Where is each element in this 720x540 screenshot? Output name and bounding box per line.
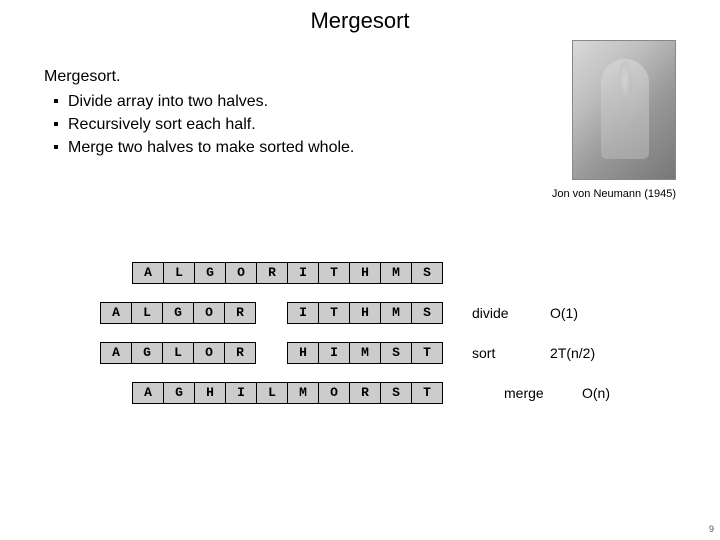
cell: G [194, 262, 226, 284]
step-complexity: O(n) [582, 385, 610, 401]
step-label: merge [504, 385, 560, 401]
cell: L [131, 302, 163, 324]
cell: A [100, 302, 132, 324]
cells-right: I T H M S [287, 262, 442, 284]
step-label: sort [472, 345, 528, 361]
cell: T [318, 302, 350, 324]
cells-left: A L G O R [100, 302, 255, 324]
page-number: 9 [709, 524, 714, 534]
photo-caption: Jon von Neumann (1945) [552, 188, 676, 200]
cells-right: M O R S T [287, 382, 442, 404]
array-row-sort: A G L O R H I M S T sort 2T(n/2) [100, 340, 676, 366]
cell: L [256, 382, 288, 404]
cell: M [287, 382, 319, 404]
cell: G [131, 342, 163, 364]
content-area: Mergesort. Divide array into two halves.… [0, 40, 720, 406]
cell: G [163, 382, 195, 404]
cell: R [224, 302, 256, 324]
mergesort-diagram: A L G O R I T H M S A L G O R [100, 260, 676, 406]
cell: R [224, 342, 256, 364]
step-complexity: 2T(n/2) [550, 345, 595, 361]
cell: G [162, 302, 194, 324]
cell: A [132, 382, 164, 404]
step-complexity: O(1) [550, 305, 578, 321]
cells-left: A L G O R [132, 262, 287, 284]
cells-right: H I M S T [287, 342, 442, 364]
cell: R [349, 382, 381, 404]
cells-left: A G L O R [100, 342, 255, 364]
cell: O [193, 342, 225, 364]
array-row-original: A L G O R I T H M S [132, 260, 676, 286]
cell: R [256, 262, 288, 284]
cell: M [380, 262, 412, 284]
von-neumann-photo [572, 40, 676, 180]
page-title: Mergesort [0, 0, 720, 40]
array-row-merge: A G H I L M O R S T merge O(n) [132, 380, 676, 406]
cell: M [380, 302, 412, 324]
cells-left: A G H I L [132, 382, 287, 404]
cells-right: I T H M S [287, 302, 442, 324]
split-gap [255, 342, 287, 364]
cell: I [287, 302, 319, 324]
cell: S [411, 262, 443, 284]
cell: T [318, 262, 350, 284]
cell: H [287, 342, 319, 364]
cell: I [225, 382, 257, 404]
step-label: divide [472, 305, 528, 321]
array-row-divide: A L G O R I T H M S divide O(1) [100, 300, 676, 326]
cell: I [287, 262, 319, 284]
cell: S [380, 382, 412, 404]
cell: O [225, 262, 257, 284]
cell: H [194, 382, 226, 404]
cell: A [132, 262, 164, 284]
cell: T [411, 382, 443, 404]
cell: L [163, 262, 195, 284]
split-gap [255, 302, 287, 324]
cell: H [349, 302, 381, 324]
cell: M [349, 342, 381, 364]
cell: O [193, 302, 225, 324]
cell: L [162, 342, 194, 364]
cell: H [349, 262, 381, 284]
cell: T [411, 342, 443, 364]
cell: S [411, 302, 443, 324]
cell: A [100, 342, 132, 364]
cell: I [318, 342, 350, 364]
cell: S [380, 342, 412, 364]
cell: O [318, 382, 350, 404]
